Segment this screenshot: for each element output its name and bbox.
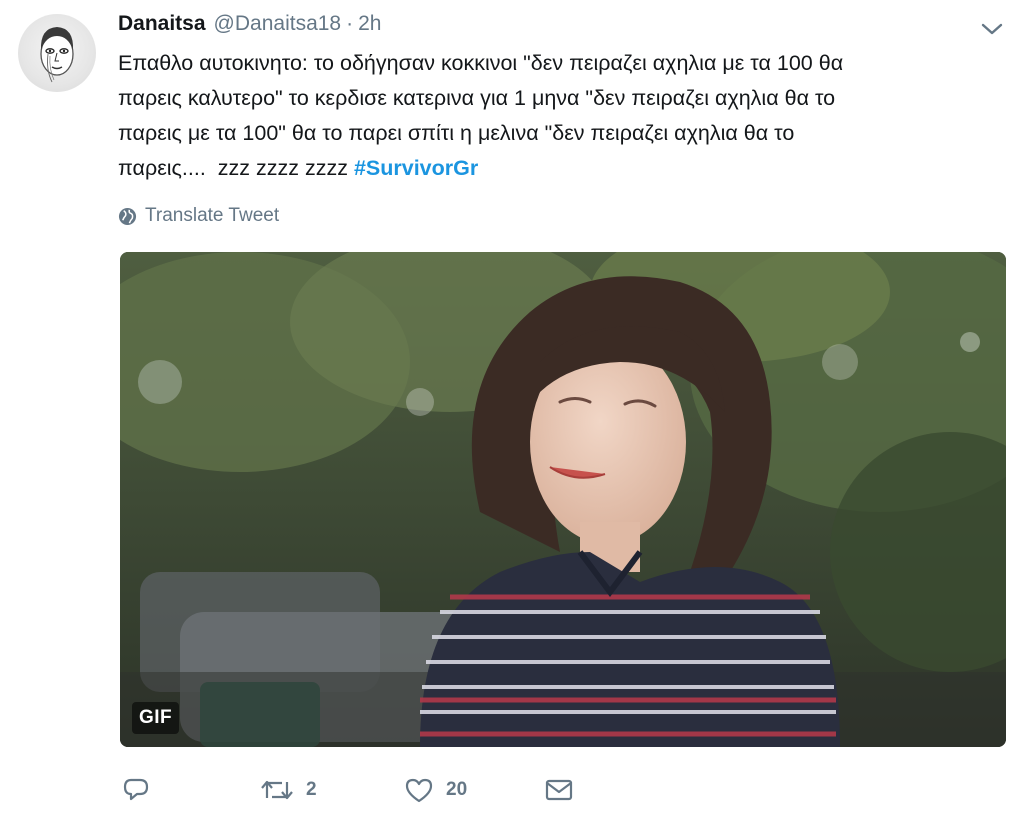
retweet-icon — [261, 780, 293, 800]
gif-frame-image — [120, 252, 1006, 747]
tweet-text-line: παρεις καλυτερο" το κερδισε κατερινα για… — [118, 86, 836, 110]
retweet-count: 2 — [306, 779, 317, 800]
tweet: Danaitsa @Danaitsa18 · 2h Επαθλο αυτοκιν… — [0, 0, 1024, 815]
like-button[interactable]: 20 — [404, 770, 467, 810]
tweet-text-line: Επαθλο αυτοκινητο: το οδήγησαν κοκκινοι … — [118, 51, 844, 75]
separator-dot: · — [346, 12, 354, 35]
globe-icon — [118, 207, 137, 225]
direct-message-button[interactable] — [544, 770, 574, 810]
translate-tweet-label: Translate Tweet — [145, 205, 280, 226]
envelope-icon — [545, 779, 573, 801]
chevron-down-icon[interactable] — [980, 20, 1004, 38]
retweet-button[interactable]: 2 — [260, 770, 317, 810]
hashtag-link[interactable]: #SurvivorGr — [354, 156, 478, 180]
author-handle[interactable]: @Danaitsa18 — [214, 12, 342, 36]
avatar-face-illustration — [40, 27, 74, 83]
avatar[interactable] — [18, 14, 96, 92]
tweet-text-line: παρεις με τα 100" θα το παρει σπίτι η με… — [118, 121, 795, 145]
heart-icon — [405, 778, 433, 803]
tweet-actions: 2 20 — [120, 770, 820, 810]
like-count: 20 — [446, 779, 468, 800]
reply-icon — [123, 778, 149, 801]
tweet-text: Επαθλο αυτοκινητο: το οδήγησαν κοκκινοι … — [118, 46, 998, 186]
gif-badge: GIF — [132, 702, 180, 734]
tweet-timestamp[interactable]: 2h — [358, 12, 381, 36]
translate-tweet-link[interactable]: Translate Tweet — [118, 205, 279, 227]
reply-button[interactable] — [122, 770, 162, 810]
tweet-text-tail: παρεις.... zzz zzzz zzzz — [118, 156, 354, 180]
tweet-header: Danaitsa @Danaitsa18 · 2h — [118, 12, 381, 42]
gif-media[interactable]: GIF — [120, 252, 1006, 747]
author-display-name[interactable]: Danaitsa — [118, 12, 206, 36]
tweet-text-line-last: παρεις.... zzz zzzz zzzz #SurvivorGr — [118, 151, 998, 186]
